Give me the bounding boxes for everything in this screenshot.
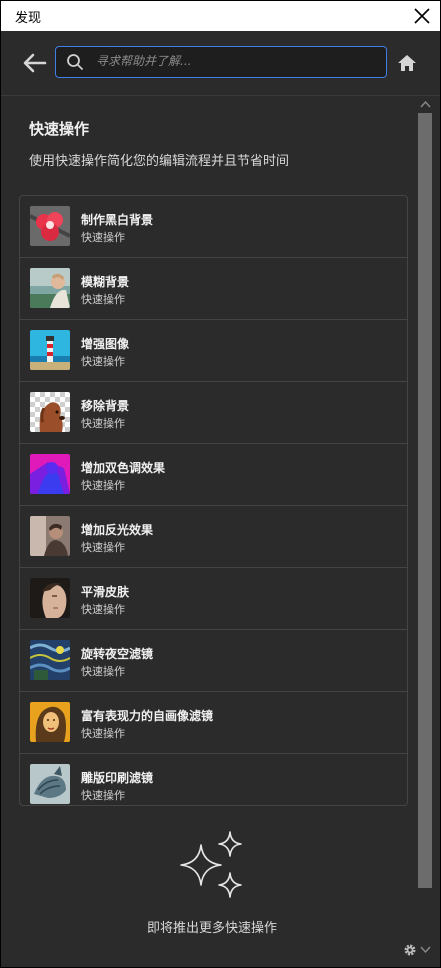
coming-soon-text: 即将推出更多快速操作	[146, 921, 277, 936]
action-subtitle: 快速操作	[81, 231, 125, 244]
action-title: 平滑皮肤	[81, 585, 130, 599]
quick-action-smooth-skin[interactable]: 平滑皮肤 快速操作	[20, 568, 407, 630]
quick-action-bw-background[interactable]: 制作黑白背景 快速操作	[20, 196, 407, 258]
expressive-portrait-thumbnail	[30, 702, 70, 742]
scroll-down-arrow-icon[interactable]	[420, 946, 431, 954]
action-title: 增加反光效果	[81, 523, 154, 537]
action-subtitle: 快速操作	[81, 603, 125, 616]
blur-background-thumbnail	[30, 268, 70, 308]
search-input[interactable]	[96, 51, 376, 71]
light-leak-thumbnail	[30, 516, 70, 556]
action-subtitle: 快速操作	[81, 417, 125, 430]
section-heading: 快速操作	[29, 120, 90, 138]
quick-action-remove-background[interactable]: 移除背景 快速操作	[20, 382, 407, 444]
action-title: 增强图像	[81, 337, 130, 351]
quick-action-duotone[interactable]: 增加双色调效果 快速操作	[20, 444, 407, 506]
quick-action-woodcut-filter[interactable]: 雕版印刷滤镜 快速操作	[20, 754, 407, 815]
quick-action-enhance-image[interactable]: 增强图像 快速操作	[20, 320, 407, 382]
quick-action-expressive-portrait-filter[interactable]: 富有表现力的自画像滤镜 快速操作	[20, 692, 407, 754]
quick-action-blur-background[interactable]: 模糊背景 快速操作	[20, 258, 407, 320]
back-arrow-icon[interactable]	[21, 52, 47, 74]
action-title: 增加双色调效果	[81, 461, 166, 475]
action-subtitle: 快速操作	[81, 665, 125, 678]
starry-night-thumbnail	[30, 640, 70, 680]
search-icon	[67, 54, 83, 70]
action-title: 富有表现力的自画像滤镜	[81, 709, 214, 723]
quick-actions-list: 制作黑白背景 快速操作 模糊背景 快速操作 增强图像 快速操作 移除背景 快速操…	[19, 195, 408, 806]
action-title: 旋转夜空滤镜	[81, 647, 154, 661]
woodcut-thumbnail	[30, 764, 70, 804]
action-title: 雕版印刷滤镜	[81, 771, 154, 785]
action-title: 模糊背景	[81, 275, 130, 289]
scroll-up-arrow-icon[interactable]	[420, 100, 431, 108]
action-title: 制作黑白背景	[81, 213, 154, 227]
enhance-image-thumbnail	[30, 330, 70, 370]
action-subtitle: 快速操作	[81, 479, 125, 492]
smooth-skin-thumbnail	[30, 578, 70, 618]
quick-action-starry-night-filter[interactable]: 旋转夜空滤镜 快速操作	[20, 630, 407, 692]
close-icon[interactable]	[410, 4, 434, 28]
action-title: 移除背景	[81, 399, 130, 413]
action-subtitle: 快速操作	[81, 355, 125, 368]
vertical-scrollbar[interactable]	[417, 96, 434, 967]
remove-background-thumbnail	[30, 392, 70, 432]
action-subtitle: 快速操作	[81, 727, 125, 740]
bw-background-thumbnail	[30, 206, 70, 246]
sparkles-icon	[180, 831, 242, 898]
quick-action-light-leak[interactable]: 增加反光效果 快速操作	[20, 506, 407, 568]
window-title: 发现	[15, 11, 42, 26]
search-box[interactable]	[55, 46, 387, 78]
scrollbar-thumb[interactable]	[418, 113, 432, 888]
main-content: 快速操作 使用快速操作简化您的编辑流程并且节省时间 制作黑白背景 快速操作 模糊…	[7, 96, 417, 967]
home-icon[interactable]	[397, 53, 417, 73]
top-toolbar	[1, 31, 440, 96]
action-subtitle: 快速操作	[81, 293, 125, 306]
gear-icon[interactable]	[403, 943, 417, 957]
section-description: 使用快速操作简化您的编辑流程并且节省时间	[29, 154, 290, 169]
title-bar: 发现	[1, 1, 440, 31]
duotone-thumbnail	[30, 454, 70, 494]
discover-window: 发现 快速操作 使用快速操作简化您的编辑流程并且节省时间	[1, 1, 440, 967]
action-subtitle: 快速操作	[81, 541, 125, 554]
action-subtitle: 快速操作	[81, 789, 125, 802]
